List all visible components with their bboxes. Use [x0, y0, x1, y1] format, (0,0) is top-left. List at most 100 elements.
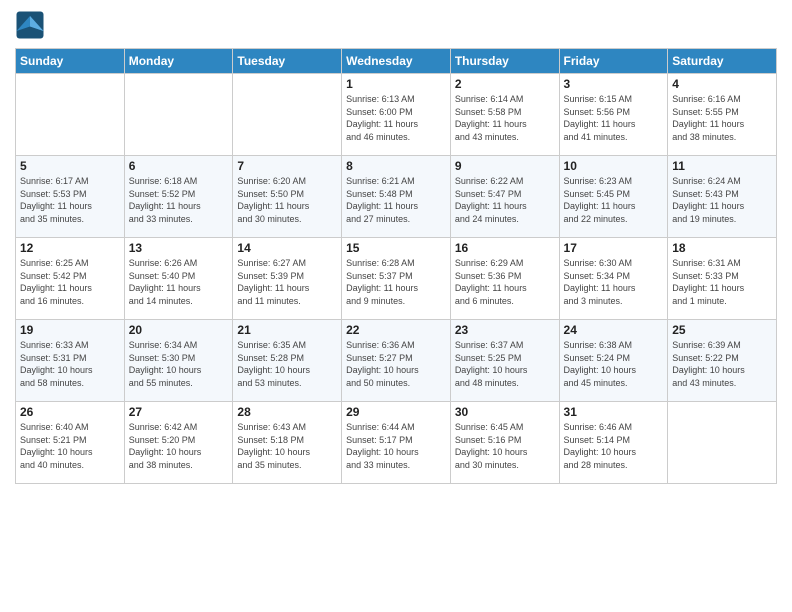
day-number: 8: [346, 159, 446, 173]
day-info: Sunrise: 6:27 AM Sunset: 5:39 PM Dayligh…: [237, 257, 337, 307]
day-number: 22: [346, 323, 446, 337]
weekday-header-tuesday: Tuesday: [233, 49, 342, 74]
day-info: Sunrise: 6:20 AM Sunset: 5:50 PM Dayligh…: [237, 175, 337, 225]
weekday-header-wednesday: Wednesday: [342, 49, 451, 74]
day-info: Sunrise: 6:22 AM Sunset: 5:47 PM Dayligh…: [455, 175, 555, 225]
day-info: Sunrise: 6:24 AM Sunset: 5:43 PM Dayligh…: [672, 175, 772, 225]
calendar-cell: 25 Sunrise: 6:39 AM Sunset: 5:22 PM Dayli…: [668, 320, 777, 402]
calendar-cell: 16 Sunrise: 6:29 AM Sunset: 5:36 PM Dayli…: [450, 238, 559, 320]
day-info: Sunrise: 6:33 AM Sunset: 5:31 PM Dayligh…: [20, 339, 120, 389]
day-number: 6: [129, 159, 229, 173]
calendar-cell: 10 Sunrise: 6:23 AM Sunset: 5:45 PM Dayli…: [559, 156, 668, 238]
header: [15, 10, 777, 40]
calendar-cell: 17Sunrise: 6:30 AM Sunset: 5:34 PM Dayli…: [559, 238, 668, 320]
day-number: 10: [564, 159, 664, 173]
weekday-header-thursday: Thursday: [450, 49, 559, 74]
page: SundayMondayTuesdayWednesdayThursdayFrid…: [0, 0, 792, 612]
day-number: 4: [672, 77, 772, 91]
day-info: Sunrise: 6:30 AM Sunset: 5:34 PM Dayligh…: [564, 257, 664, 307]
calendar-cell: 5 Sunrise: 6:17 AM Sunset: 5:53 PM Daylig…: [16, 156, 125, 238]
day-number: 26: [20, 405, 120, 419]
day-info: Sunrise: 6:45 AM Sunset: 5:16 PM Dayligh…: [455, 421, 555, 471]
weekday-row: SundayMondayTuesdayWednesdayThursdayFrid…: [16, 49, 777, 74]
day-number: 16: [455, 241, 555, 255]
day-info: Sunrise: 6:23 AM Sunset: 5:45 PM Dayligh…: [564, 175, 664, 225]
calendar-cell: 2 Sunrise: 6:14 AM Sunset: 5:58 PM Daylig…: [450, 74, 559, 156]
day-info: Sunrise: 6:29 AM Sunset: 5:36 PM Dayligh…: [455, 257, 555, 307]
calendar-body: 1 Sunrise: 6:13 AM Sunset: 6:00 PM Daylig…: [16, 74, 777, 484]
day-number: 11: [672, 159, 772, 173]
calendar-cell: 8 Sunrise: 6:21 AM Sunset: 5:48 PM Daylig…: [342, 156, 451, 238]
day-number: 27: [129, 405, 229, 419]
day-info: Sunrise: 6:31 AM Sunset: 5:33 PM Dayligh…: [672, 257, 772, 307]
day-info: Sunrise: 6:25 AM Sunset: 5:42 PM Dayligh…: [20, 257, 120, 307]
calendar-cell: 15Sunrise: 6:28 AM Sunset: 5:37 PM Dayli…: [342, 238, 451, 320]
weekday-header-monday: Monday: [124, 49, 233, 74]
day-number: 18: [672, 241, 772, 255]
day-number: 29: [346, 405, 446, 419]
day-info: Sunrise: 6:34 AM Sunset: 5:30 PM Dayligh…: [129, 339, 229, 389]
day-info: Sunrise: 6:16 AM Sunset: 5:55 PM Dayligh…: [672, 93, 772, 143]
calendar-cell: 20 Sunrise: 6:34 AM Sunset: 5:30 PM Dayli…: [124, 320, 233, 402]
calendar-cell: 31 Sunrise: 6:46 AM Sunset: 5:14 PM Dayli…: [559, 402, 668, 484]
calendar-week-1: 1 Sunrise: 6:13 AM Sunset: 6:00 PM Daylig…: [16, 74, 777, 156]
day-info: Sunrise: 6:39 AM Sunset: 5:22 PM Dayligh…: [672, 339, 772, 389]
day-info: Sunrise: 6:36 AM Sunset: 5:27 PM Dayligh…: [346, 339, 446, 389]
day-number: 19: [20, 323, 120, 337]
calendar-cell: 13Sunrise: 6:26 AM Sunset: 5:40 PM Dayli…: [124, 238, 233, 320]
calendar-cell: 12Sunrise: 6:25 AM Sunset: 5:42 PM Dayli…: [16, 238, 125, 320]
day-info: Sunrise: 6:14 AM Sunset: 5:58 PM Dayligh…: [455, 93, 555, 143]
calendar-week-4: 19 Sunrise: 6:33 AM Sunset: 5:31 PM Dayli…: [16, 320, 777, 402]
calendar-cell: 6 Sunrise: 6:18 AM Sunset: 5:52 PM Daylig…: [124, 156, 233, 238]
day-info: Sunrise: 6:42 AM Sunset: 5:20 PM Dayligh…: [129, 421, 229, 471]
day-number: 5: [20, 159, 120, 173]
calendar-cell: 29 Sunrise: 6:44 AM Sunset: 5:17 PM Dayli…: [342, 402, 451, 484]
calendar-cell: 18 Sunrise: 6:31 AM Sunset: 5:33 PM Dayli…: [668, 238, 777, 320]
weekday-header-friday: Friday: [559, 49, 668, 74]
day-number: 25: [672, 323, 772, 337]
calendar-cell: [233, 74, 342, 156]
day-info: Sunrise: 6:44 AM Sunset: 5:17 PM Dayligh…: [346, 421, 446, 471]
day-info: Sunrise: 6:28 AM Sunset: 5:37 PM Dayligh…: [346, 257, 446, 307]
calendar-week-3: 12Sunrise: 6:25 AM Sunset: 5:42 PM Dayli…: [16, 238, 777, 320]
day-number: 28: [237, 405, 337, 419]
weekday-header-sunday: Sunday: [16, 49, 125, 74]
day-number: 20: [129, 323, 229, 337]
day-info: Sunrise: 6:13 AM Sunset: 6:00 PM Dayligh…: [346, 93, 446, 143]
day-number: 1: [346, 77, 446, 91]
day-info: Sunrise: 6:21 AM Sunset: 5:48 PM Dayligh…: [346, 175, 446, 225]
calendar-cell: 28 Sunrise: 6:43 AM Sunset: 5:18 PM Dayli…: [233, 402, 342, 484]
day-info: Sunrise: 6:43 AM Sunset: 5:18 PM Dayligh…: [237, 421, 337, 471]
calendar-cell: 11 Sunrise: 6:24 AM Sunset: 5:43 PM Dayli…: [668, 156, 777, 238]
calendar-week-5: 26 Sunrise: 6:40 AM Sunset: 5:21 PM Dayli…: [16, 402, 777, 484]
day-info: Sunrise: 6:15 AM Sunset: 5:56 PM Dayligh…: [564, 93, 664, 143]
calendar-cell: 27 Sunrise: 6:42 AM Sunset: 5:20 PM Dayli…: [124, 402, 233, 484]
day-number: 9: [455, 159, 555, 173]
logo-icon: [15, 10, 45, 40]
day-number: 2: [455, 77, 555, 91]
day-number: 31: [564, 405, 664, 419]
day-info: Sunrise: 6:17 AM Sunset: 5:53 PM Dayligh…: [20, 175, 120, 225]
calendar-cell: 9 Sunrise: 6:22 AM Sunset: 5:47 PM Daylig…: [450, 156, 559, 238]
calendar-header: SundayMondayTuesdayWednesdayThursdayFrid…: [16, 49, 777, 74]
day-info: Sunrise: 6:38 AM Sunset: 5:24 PM Dayligh…: [564, 339, 664, 389]
calendar-cell: [16, 74, 125, 156]
calendar-cell: 22 Sunrise: 6:36 AM Sunset: 5:27 PM Dayli…: [342, 320, 451, 402]
calendar-table: SundayMondayTuesdayWednesdayThursdayFrid…: [15, 48, 777, 484]
logo: [15, 10, 49, 40]
day-info: Sunrise: 6:40 AM Sunset: 5:21 PM Dayligh…: [20, 421, 120, 471]
calendar-cell: 19 Sunrise: 6:33 AM Sunset: 5:31 PM Dayli…: [16, 320, 125, 402]
day-number: 30: [455, 405, 555, 419]
day-info: Sunrise: 6:46 AM Sunset: 5:14 PM Dayligh…: [564, 421, 664, 471]
day-number: 7: [237, 159, 337, 173]
day-info: Sunrise: 6:18 AM Sunset: 5:52 PM Dayligh…: [129, 175, 229, 225]
calendar-cell: [668, 402, 777, 484]
calendar-cell: 7 Sunrise: 6:20 AM Sunset: 5:50 PM Daylig…: [233, 156, 342, 238]
calendar-cell: [124, 74, 233, 156]
day-number: 24: [564, 323, 664, 337]
calendar-cell: 23Sunrise: 6:37 AM Sunset: 5:25 PM Dayli…: [450, 320, 559, 402]
calendar-cell: 30 Sunrise: 6:45 AM Sunset: 5:16 PM Dayli…: [450, 402, 559, 484]
weekday-header-saturday: Saturday: [668, 49, 777, 74]
calendar-week-2: 5 Sunrise: 6:17 AM Sunset: 5:53 PM Daylig…: [16, 156, 777, 238]
day-info: Sunrise: 6:26 AM Sunset: 5:40 PM Dayligh…: [129, 257, 229, 307]
